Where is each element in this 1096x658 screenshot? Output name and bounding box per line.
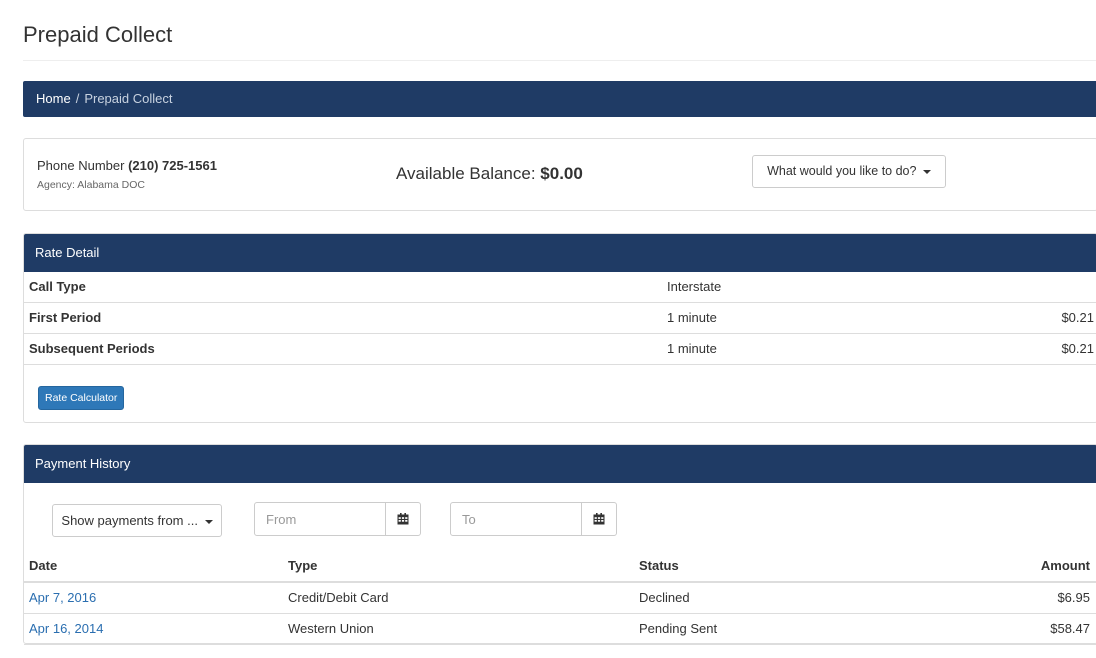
payment-type: Western Union bbox=[288, 621, 374, 636]
column-header-type: Type bbox=[288, 558, 318, 573]
payment-type: Credit/Debit Card bbox=[288, 590, 389, 605]
rate-calculator-button[interactable]: Rate Calculator bbox=[38, 386, 125, 410]
payment-status: Pending Sent bbox=[639, 621, 718, 636]
rate-label: Subsequent Periods bbox=[29, 341, 155, 356]
rate-period: 1 minute bbox=[667, 310, 717, 325]
phone-number-value: (210) 725-1561 bbox=[128, 158, 217, 173]
phone-number-label: Phone Number bbox=[37, 158, 125, 173]
rate-detail-heading: Rate Detail bbox=[24, 234, 1096, 272]
breadcrumb-home-link[interactable]: Home bbox=[36, 91, 71, 106]
from-calendar-button[interactable] bbox=[385, 503, 420, 535]
action-dropdown[interactable]: What would you like to do? bbox=[752, 155, 946, 188]
to-date-input[interactable] bbox=[451, 503, 582, 535]
to-calendar-button[interactable] bbox=[581, 503, 616, 535]
caret-down-icon bbox=[204, 519, 213, 524]
rate-period: 1 minute bbox=[667, 341, 717, 356]
column-header-amount: Amount bbox=[1040, 558, 1090, 573]
payment-filter-dropdown[interactable]: Show payments from ... bbox=[52, 504, 222, 537]
rate-detail-panel: Rate Detail Call Type Interstate First P… bbox=[23, 233, 1096, 423]
phone-number-line: Phone Number (210) 725-1561 bbox=[37, 158, 217, 173]
column-header-status: Status bbox=[639, 558, 679, 573]
from-date-input[interactable] bbox=[255, 503, 386, 535]
rate-row-subsequent-periods: Subsequent Periods 1 minute $0.21 bbox=[24, 334, 1096, 365]
rate-period: Interstate bbox=[667, 279, 722, 294]
breadcrumb: Home / Prepaid Collect bbox=[23, 81, 1096, 117]
payment-filter-label: Show payments from ... bbox=[61, 513, 198, 528]
from-date-group bbox=[254, 502, 421, 536]
payment-history-heading: Payment History bbox=[24, 445, 1096, 483]
calendar-icon bbox=[397, 513, 409, 525]
rate-value: $0.21 bbox=[1061, 310, 1094, 325]
payment-amount: $58.47 bbox=[1050, 621, 1090, 636]
table-row: Apr 16, 2014 Western Union Pending Sent … bbox=[24, 614, 1096, 645]
rate-row-call-type: Call Type Interstate bbox=[24, 272, 1096, 303]
payment-status: Declined bbox=[639, 590, 690, 605]
rate-value: $0.21 bbox=[1061, 341, 1094, 356]
rate-label: First Period bbox=[29, 310, 102, 325]
page: Prepaid Collect Home / Prepaid Collect Pho… bbox=[0, 0, 1096, 658]
table-row: Apr 7, 2016 Credit/Debit Card Declined $… bbox=[24, 583, 1096, 614]
available-balance: Available Balance: $0.00 bbox=[396, 164, 583, 184]
payment-date-link[interactable]: Apr 7, 2016 bbox=[29, 583, 96, 613]
page-title: Prepaid Collect bbox=[23, 22, 173, 47]
breadcrumb-separator: / bbox=[75, 91, 80, 106]
column-header-date: Date bbox=[29, 558, 58, 573]
payment-date-link[interactable]: Apr 16, 2014 bbox=[29, 614, 103, 644]
payment-table-header: Date Type Status Amount bbox=[24, 551, 1096, 583]
balance-label: Available Balance: bbox=[396, 164, 536, 183]
breadcrumb-current: Prepaid Collect bbox=[84, 91, 173, 106]
balance-value: $0.00 bbox=[540, 164, 583, 183]
payment-history-panel: Payment History Show payments from ... F… bbox=[23, 444, 1096, 645]
title-divider bbox=[23, 60, 1096, 61]
rate-row-first-period: First Period 1 minute $0.21 bbox=[24, 303, 1096, 334]
account-summary: Phone Number (210) 725-1561 Agency: Alab… bbox=[23, 138, 1096, 211]
action-dropdown-label: What would you like to do? bbox=[767, 164, 917, 178]
calendar-icon bbox=[593, 513, 605, 525]
agency-label: Agency: Alabama DOC bbox=[37, 179, 145, 191]
rate-label: Call Type bbox=[29, 279, 86, 294]
caret-down-icon bbox=[922, 169, 931, 174]
to-date-group bbox=[450, 502, 617, 536]
payment-amount: $6.95 bbox=[1057, 590, 1090, 605]
